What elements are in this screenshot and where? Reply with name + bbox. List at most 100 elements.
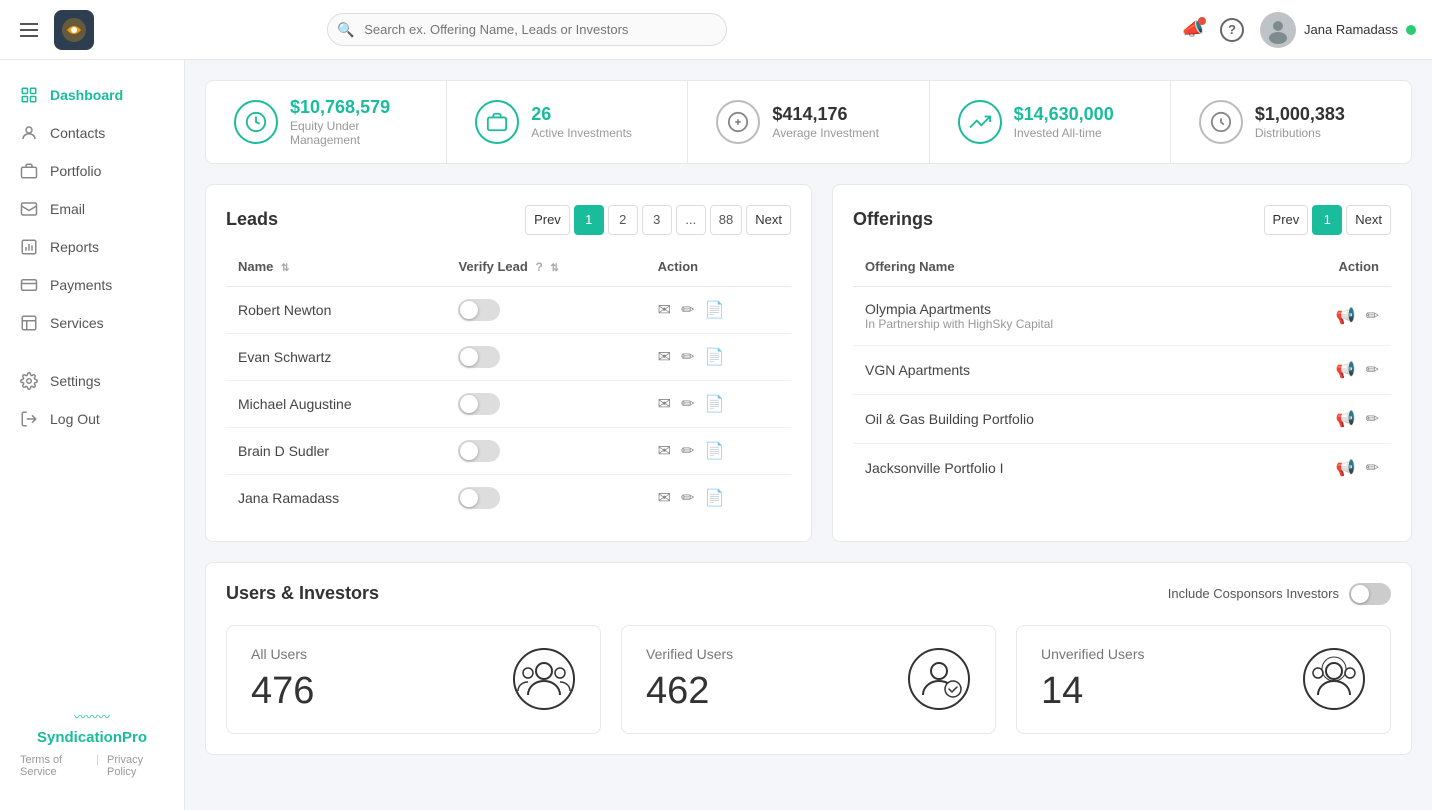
- sidebar-item-email[interactable]: Email: [0, 190, 184, 228]
- leads-header: Leads Prev 1 2 3 ... 88 Next: [226, 205, 791, 235]
- edit-icon-4[interactable]: ✏: [681, 488, 694, 508]
- edit-offering-0[interactable]: ✏: [1366, 306, 1379, 326]
- sidebar-item-payments[interactable]: Payments: [0, 266, 184, 304]
- announce-icon-0[interactable]: 📢: [1336, 306, 1356, 326]
- email-icon-1[interactable]: ✉: [658, 347, 671, 367]
- verify-toggle-4[interactable]: [458, 487, 500, 509]
- lead-name-2: Michael Augustine: [226, 380, 446, 427]
- all-users-title: All Users: [251, 646, 314, 662]
- email-icon-2[interactable]: ✉: [658, 394, 671, 414]
- offerings-table: Offering Name Action Olympia Apartments …: [853, 251, 1391, 492]
- offerings-page-1[interactable]: 1: [1312, 205, 1342, 235]
- announce-icon-2[interactable]: 📢: [1336, 409, 1356, 429]
- user-name: Jana Ramadass: [1304, 22, 1398, 37]
- stat-investments: 26 Active Investments: [447, 81, 688, 163]
- leads-prev-button[interactable]: Prev: [525, 205, 570, 235]
- offering-actions-2: 📢 ✏: [1273, 409, 1379, 429]
- investments-label: Active Investments: [531, 126, 632, 140]
- leads-next-button[interactable]: Next: [746, 205, 791, 235]
- name-sort-icon[interactable]: ⇅: [281, 263, 289, 274]
- edit-icon-3[interactable]: ✏: [681, 441, 694, 461]
- doc-icon-4[interactable]: 📄: [704, 488, 724, 508]
- unverified-users-icon: [1302, 647, 1366, 711]
- edit-offering-1[interactable]: ✏: [1366, 360, 1379, 380]
- edit-icon-2[interactable]: ✏: [681, 394, 694, 414]
- announce-icon-3[interactable]: 📢: [1336, 458, 1356, 478]
- offering-name-1: VGN Apartments: [865, 362, 1249, 378]
- doc-icon-2[interactable]: 📄: [704, 394, 724, 414]
- cosponsors-toggle[interactable]: [1349, 583, 1391, 605]
- table-row: Michael Augustine ✉ ✏ 📄: [226, 380, 791, 427]
- leads-page-1[interactable]: 1: [574, 205, 604, 235]
- cosponsors-label-text: Include Cosponsors Investors: [1168, 586, 1339, 601]
- notif-dot: [1198, 17, 1206, 25]
- verify-sort-icon[interactable]: ⇅: [550, 263, 558, 274]
- offerings-header: Offerings Prev 1 Next: [853, 205, 1391, 235]
- verify-help-icon: ?: [535, 260, 542, 274]
- table-row: VGN Apartments 📢 ✏: [853, 345, 1391, 394]
- main-layout: Dashboard Contacts Portfolio Email Repor…: [0, 60, 1432, 810]
- users-header: Users & Investors Include Cosponsors Inv…: [226, 583, 1391, 605]
- menu-toggle[interactable]: [16, 19, 42, 41]
- footer-links: Terms of Service | Privacy Policy: [20, 754, 164, 778]
- offerings-title: Offerings: [853, 209, 933, 230]
- sidebar-item-portfolio[interactable]: Portfolio: [0, 152, 184, 190]
- doc-icon-1[interactable]: 📄: [704, 347, 724, 367]
- equity-label: Equity Under Management: [290, 119, 418, 147]
- leads-page-2[interactable]: 2: [608, 205, 638, 235]
- verified-users-card: Verified Users 462: [621, 625, 996, 734]
- unverified-users-title: Unverified Users: [1041, 646, 1144, 662]
- sidebar-label-dashboard: Dashboard: [50, 87, 123, 103]
- offerings-col-action: Action: [1261, 251, 1391, 287]
- verify-toggle-1[interactable]: [458, 346, 500, 368]
- table-row: Jacksonville Portfolio I 📢 ✏: [853, 443, 1391, 492]
- offerings-prev-button[interactable]: Prev: [1264, 205, 1309, 235]
- sidebar-item-contacts[interactable]: Contacts: [0, 114, 184, 152]
- verify-toggle-2[interactable]: [458, 393, 500, 415]
- notifications-button[interactable]: 📣: [1182, 19, 1204, 40]
- sidebar-item-reports[interactable]: Reports: [0, 228, 184, 266]
- verified-users-icon: [907, 647, 971, 711]
- verify-toggle-3[interactable]: [458, 440, 500, 462]
- email-icon-3[interactable]: ✉: [658, 441, 671, 461]
- logo-icon: [54, 10, 94, 50]
- email-icon-4[interactable]: ✉: [658, 488, 671, 508]
- edit-icon-1[interactable]: ✏: [681, 347, 694, 367]
- help-button[interactable]: ?: [1220, 18, 1244, 42]
- sidebar-label-reports: Reports: [50, 239, 99, 255]
- leads-panel: Leads Prev 1 2 3 ... 88 Next: [205, 184, 812, 542]
- search-input[interactable]: [327, 13, 727, 46]
- verify-toggle-0[interactable]: [458, 299, 500, 321]
- sidebar-item-services[interactable]: Services: [0, 304, 184, 342]
- lead-name-4: Jana Ramadass: [226, 474, 446, 521]
- edit-icon-0[interactable]: ✏: [681, 300, 694, 320]
- sidebar-item-dashboard[interactable]: Dashboard: [0, 76, 184, 114]
- offerings-next-button[interactable]: Next: [1346, 205, 1391, 235]
- search-bar[interactable]: 🔍: [327, 13, 727, 46]
- sidebar: Dashboard Contacts Portfolio Email Repor…: [0, 60, 185, 810]
- sidebar-item-logout[interactable]: Log Out: [0, 400, 184, 438]
- leads-page-88[interactable]: 88: [710, 205, 742, 235]
- distributions-label: Distributions: [1255, 126, 1345, 140]
- announce-icon-1[interactable]: 📢: [1336, 360, 1356, 380]
- doc-icon-0[interactable]: 📄: [704, 300, 724, 320]
- user-menu[interactable]: Jana Ramadass: [1260, 12, 1416, 48]
- table-row: Robert Newton ✉ ✏ 📄: [226, 286, 791, 333]
- users-cards: All Users 476: [226, 625, 1391, 734]
- stat-average: $414,176 Average Investment: [688, 81, 929, 163]
- lead-name-1: Evan Schwartz: [226, 333, 446, 380]
- edit-offering-2[interactable]: ✏: [1366, 409, 1379, 429]
- leads-pagination: Prev 1 2 3 ... 88 Next: [525, 205, 791, 235]
- doc-icon-3[interactable]: 📄: [704, 441, 724, 461]
- leads-page-3[interactable]: 3: [642, 205, 672, 235]
- sidebar-item-settings[interactable]: Settings: [0, 362, 184, 400]
- terms-link[interactable]: Terms of Service: [20, 754, 88, 778]
- unverified-users-info: Unverified Users 14: [1041, 646, 1144, 713]
- privacy-link[interactable]: Privacy Policy: [107, 754, 164, 778]
- edit-offering-3[interactable]: ✏: [1366, 458, 1379, 478]
- email-icon-0[interactable]: ✉: [658, 300, 671, 320]
- equity-value: $10,768,579: [290, 97, 418, 119]
- sidebar-label-contacts: Contacts: [50, 125, 105, 141]
- lead-actions-3: ✉ ✏ 📄: [658, 441, 779, 461]
- content-area: $10,768,579 Equity Under Management 26 A…: [185, 60, 1432, 810]
